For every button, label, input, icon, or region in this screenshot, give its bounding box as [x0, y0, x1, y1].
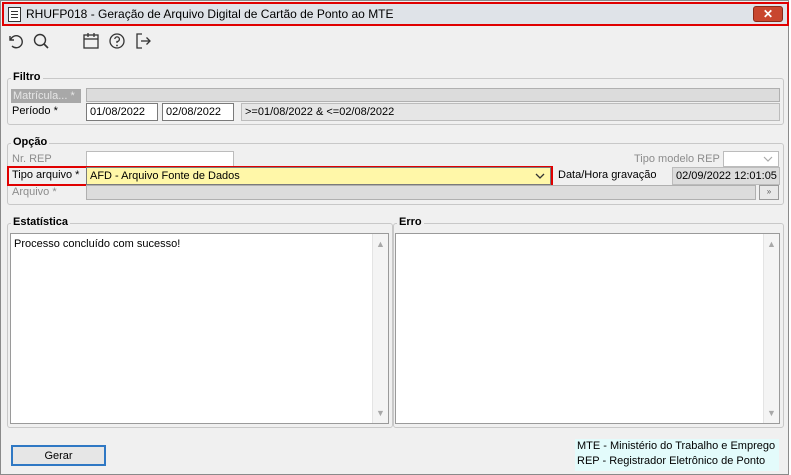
exit-icon[interactable] [133, 31, 153, 51]
scroll-up-icon[interactable]: ▲ [767, 240, 777, 249]
scroll-up-icon[interactable]: ▲ [376, 240, 386, 249]
erro-scrollbar[interactable]: ▲ ▼ [763, 234, 779, 423]
gerar-button[interactable]: Gerar [11, 445, 106, 466]
opcao-title: Opção [11, 136, 50, 148]
estatistica-textarea[interactable]: Processo concluído com sucesso! ▲ ▼ [10, 233, 389, 424]
scroll-down-icon[interactable]: ▼ [767, 409, 777, 418]
close-button[interactable]: ✕ [753, 6, 783, 22]
periodo-expression: >=01/08/2022 & <=02/08/2022 [241, 103, 780, 121]
filtro-title: Filtro [11, 71, 43, 83]
data-hora-label: Data/Hora gravação [558, 169, 657, 181]
erro-textarea[interactable]: ▲ ▼ [395, 233, 780, 424]
title-bar[interactable]: RHUFP018 - Geração de Arquivo Digital de… [2, 2, 789, 26]
legend-box: MTE - Ministério do Trabalho e Emprego R… [575, 439, 779, 471]
arquivo-field[interactable] [86, 185, 756, 200]
matricula-label[interactable]: Matrícula... * [11, 89, 81, 103]
search-icon[interactable] [31, 31, 51, 51]
periodo-end-field[interactable]: 02/08/2022 [162, 103, 234, 121]
tipo-arquivo-label: Tipo arquivo * [12, 169, 80, 181]
calendar-icon[interactable] [81, 31, 101, 51]
nr-rep-field[interactable] [86, 151, 234, 167]
main-window: RHUFP018 - Geração de Arquivo Digital de… [0, 0, 789, 475]
data-hora-value: 02/09/2022 12:01:05 [672, 167, 780, 185]
tipo-modelo-label: Tipo modelo REP [634, 153, 720, 165]
window-title: RHUFP018 - Geração de Arquivo Digital de… [26, 7, 394, 21]
help-icon[interactable] [107, 31, 127, 51]
tipo-arquivo-select[interactable]: AFD - Arquivo Fonte de Dados [86, 167, 551, 185]
legend-mte: MTE - Ministério do Trabalho e Emprego [577, 440, 776, 452]
estatistica-text: Processo concluído com sucesso! [14, 238, 181, 250]
document-icon [8, 7, 21, 22]
tipo-modelo-select[interactable] [723, 151, 779, 167]
browse-button[interactable]: » [759, 185, 779, 200]
legend-rep: REP - Registrador Eletrônico de Ponto [577, 455, 766, 467]
chevron-down-icon [763, 156, 773, 162]
periodo-label: Período * [12, 105, 58, 117]
arquivo-label: Arquivo * [12, 186, 57, 198]
nr-rep-label: Nr. REP [12, 153, 52, 165]
estatistica-title: Estatística [11, 216, 71, 228]
toolbar [3, 29, 788, 55]
erro-title: Erro [397, 216, 424, 228]
undo-icon[interactable] [5, 31, 25, 51]
tipo-arquivo-value: AFD - Arquivo Fonte de Dados [90, 170, 240, 182]
periodo-start-field[interactable]: 01/08/2022 [86, 103, 158, 121]
scroll-down-icon[interactable]: ▼ [376, 409, 386, 418]
matricula-field[interactable] [86, 88, 780, 102]
estatistica-scrollbar[interactable]: ▲ ▼ [372, 234, 388, 423]
chevron-down-icon [535, 173, 545, 179]
